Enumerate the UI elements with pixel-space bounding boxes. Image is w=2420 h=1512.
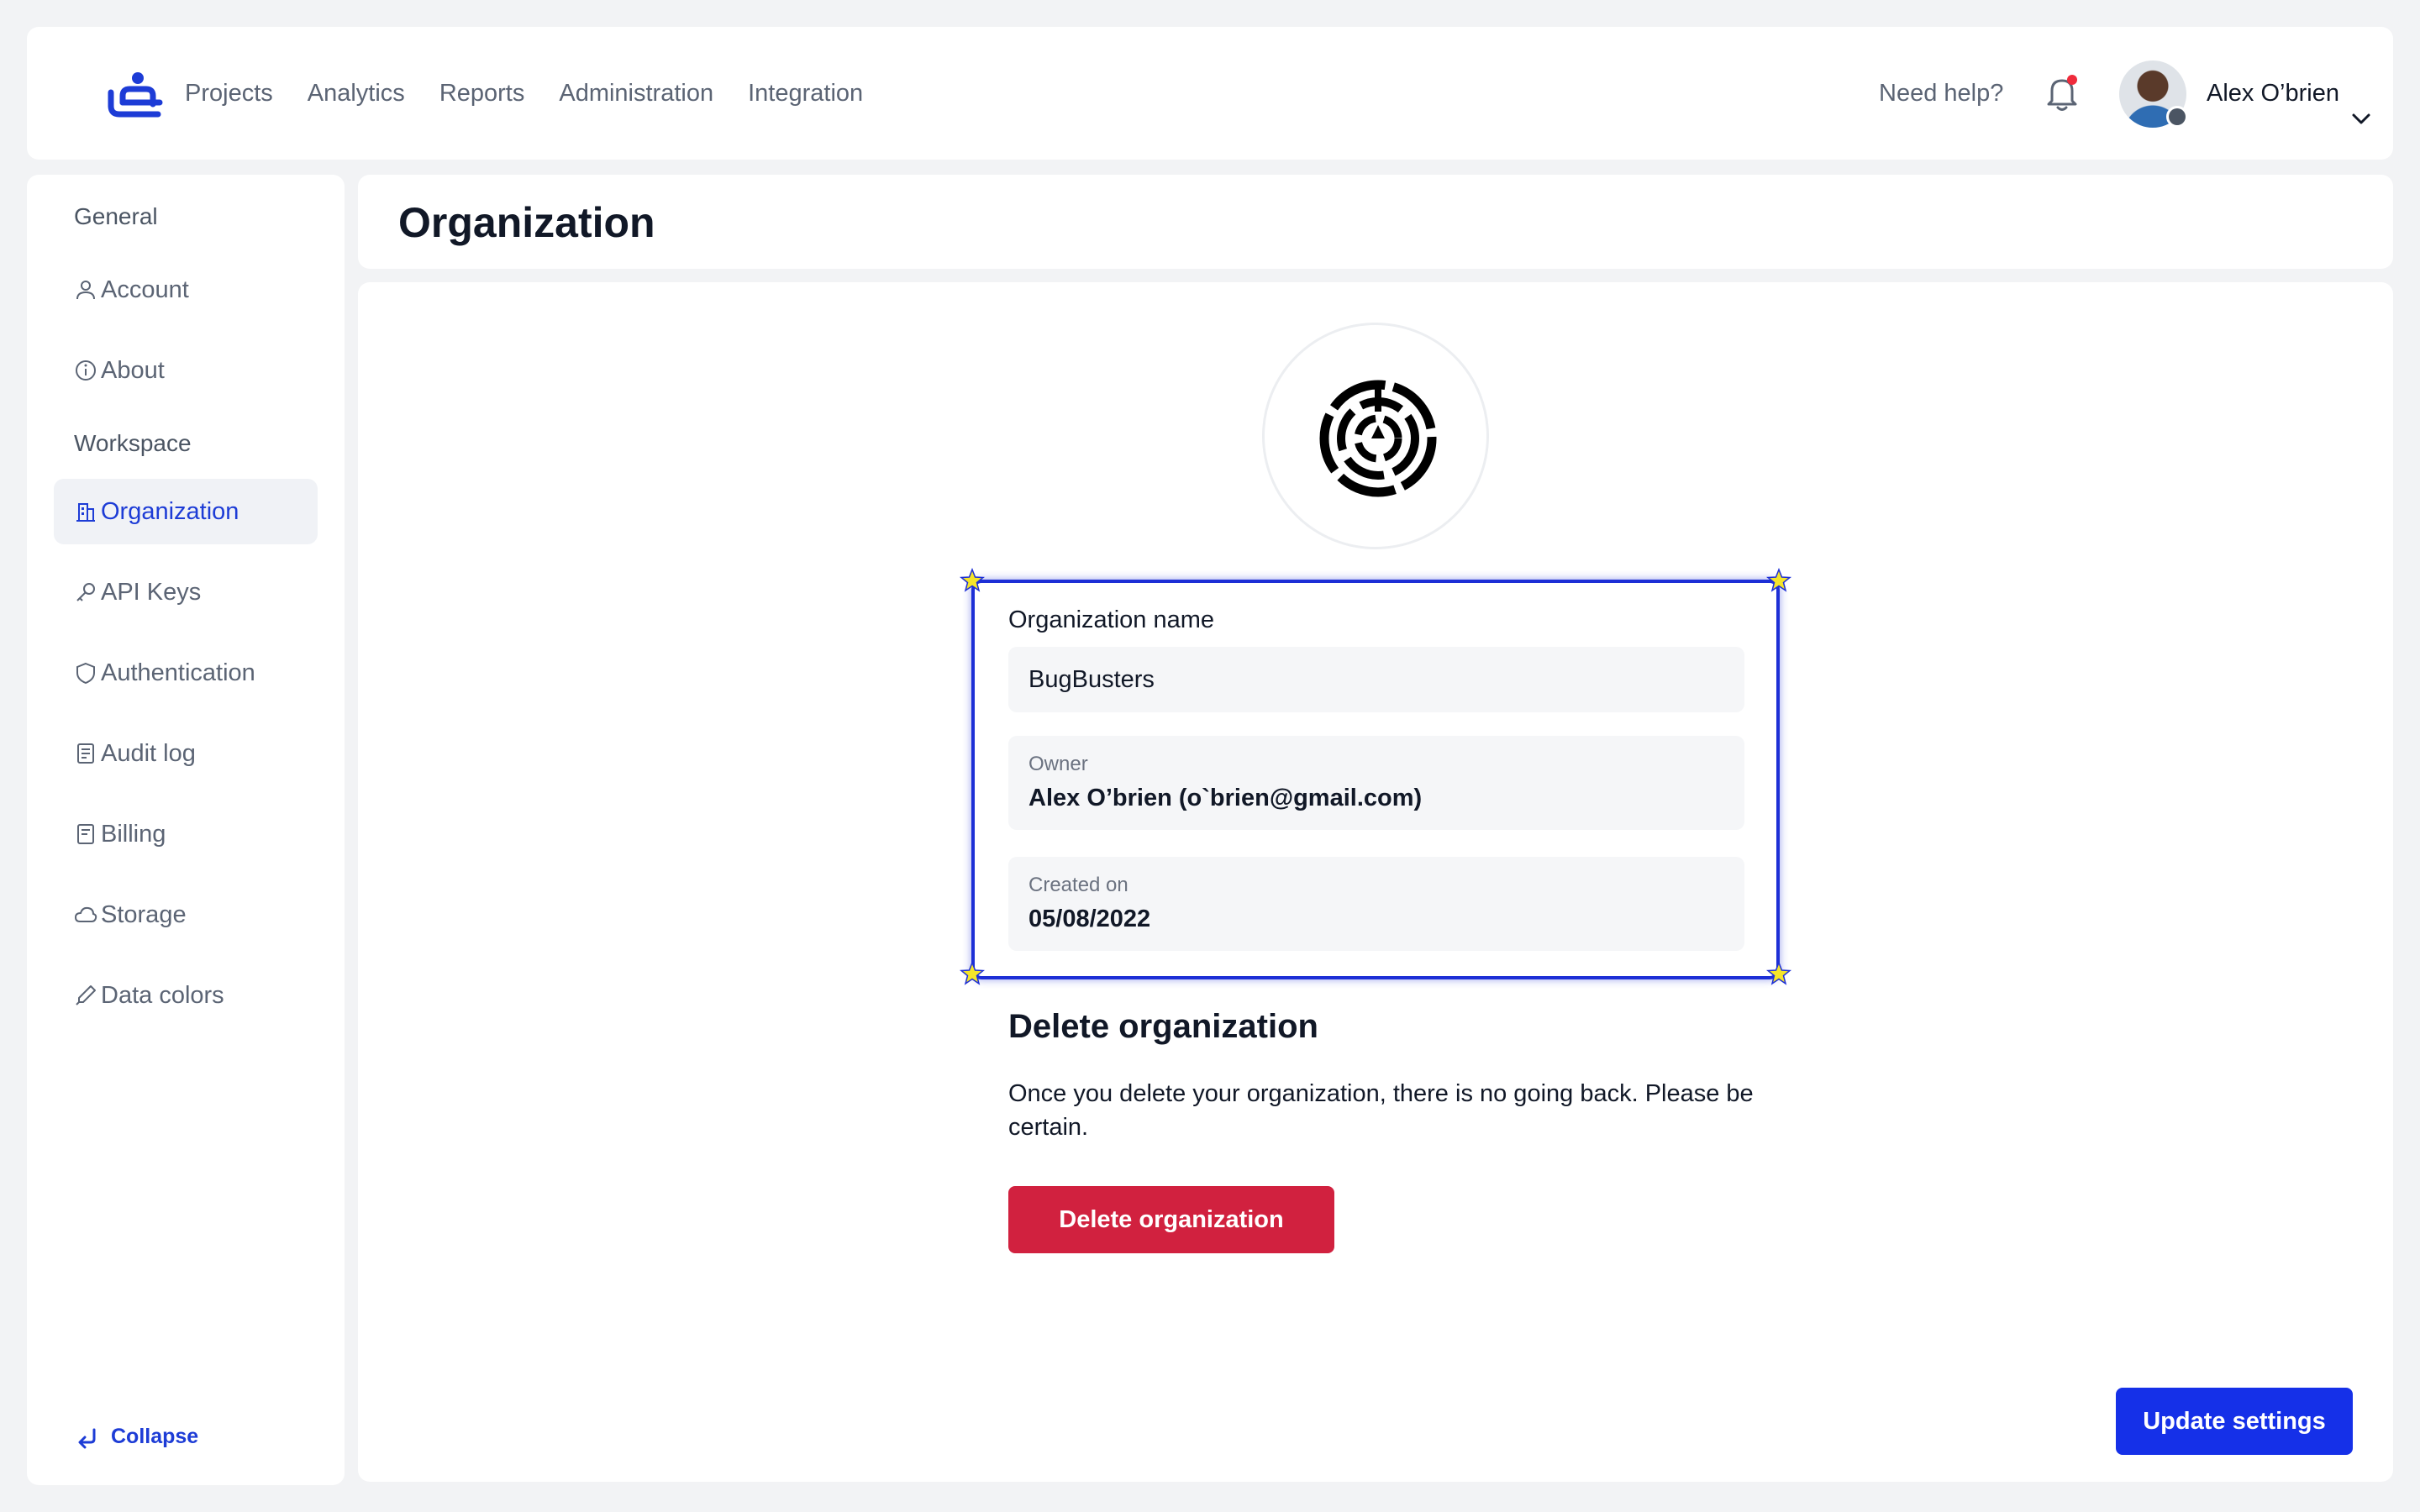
- sidebar-item-label: API Keys: [101, 578, 202, 606]
- need-help-link[interactable]: Need help?: [1879, 27, 2003, 160]
- receipt-icon: [77, 824, 94, 844]
- sidebar-item-organization[interactable]: Organization: [54, 479, 318, 544]
- sidebar-item-storage[interactable]: Storage: [54, 882, 318, 948]
- notification-dot: [2067, 75, 2077, 85]
- sidebar-item-label: Account: [101, 276, 189, 303]
- nav-projects[interactable]: Projects: [185, 80, 273, 108]
- key-icon: [76, 583, 95, 601]
- sidebar-item-about[interactable]: About: [54, 338, 318, 403]
- sidebar-item-authentication[interactable]: Authentication: [54, 640, 318, 706]
- sidebar-item-data-colors[interactable]: Data colors: [54, 963, 318, 1028]
- organization-logo-icon: [1319, 380, 1437, 497]
- shield-icon: [76, 662, 95, 685]
- owner-field: Owner Alex O’brien (o`brien@gmail.com): [1008, 736, 1744, 830]
- nav-analytics[interactable]: Analytics: [308, 80, 405, 108]
- update-settings-button[interactable]: Update settings: [2116, 1388, 2353, 1455]
- nav-reports[interactable]: Reports: [439, 80, 525, 108]
- chevron-down-icon[interactable]: [2351, 113, 2371, 126]
- eyedropper-icon: [76, 985, 96, 1005]
- page-title: Organization: [398, 199, 655, 246]
- delete-organization-heading: Delete organization: [1008, 1008, 1318, 1045]
- sidebar-item-label: Billing: [101, 820, 166, 848]
- owner-label: Owner: [1028, 753, 1088, 775]
- star-icon: [960, 568, 985, 592]
- star-icon: [1766, 961, 1791, 985]
- delete-organization-button[interactable]: Delete organization: [1008, 1186, 1334, 1253]
- sidebar-item-label: About: [101, 356, 165, 384]
- sidebar-item-label: Authentication: [101, 659, 255, 686]
- nav-integration[interactable]: Integration: [748, 80, 863, 108]
- organization-name-label: Organization name: [1008, 606, 1215, 633]
- avatar-settings-badge: [2166, 106, 2188, 128]
- document-list-icon: [77, 743, 94, 764]
- delete-organization-warning: Once you delete your organization, there…: [1008, 1080, 1754, 1141]
- sidebar-item-label: Organization: [101, 497, 239, 525]
- sidebar-item-audit-log[interactable]: Audit log: [54, 721, 318, 786]
- organization-settings-panel: Organization name Owner Alex O’brien (o`…: [358, 282, 2393, 1482]
- owner-value: Alex O’brien (o`brien@gmail.com): [1028, 785, 1423, 811]
- sidebar-item-label: Audit log: [101, 739, 196, 767]
- cloud-icon: [74, 906, 97, 922]
- info-icon: [76, 360, 96, 381]
- organization-logo[interactable]: [1262, 323, 1489, 549]
- bell-icon[interactable]: [2045, 74, 2079, 113]
- created-on-value: 05/08/2022: [1028, 906, 1151, 932]
- organization-name-input[interactable]: [1008, 647, 1744, 712]
- sidebar-section-general: General: [74, 203, 158, 229]
- page-header: Organization: [358, 175, 2393, 269]
- sidebar-item-api-keys[interactable]: API Keys: [54, 559, 318, 625]
- user-name[interactable]: Alex O’brien: [2207, 27, 2339, 160]
- user-icon: [76, 281, 95, 300]
- sidebar-item-label: Data colors: [101, 981, 224, 1009]
- star-icon: [1766, 568, 1791, 592]
- main-nav: Projects Analytics Reports Administratio…: [185, 27, 897, 160]
- top-navigation-bar: Projects Analytics Reports Administratio…: [27, 27, 2393, 160]
- created-on-label: Created on: [1028, 874, 1128, 896]
- created-on-field: Created on 05/08/2022: [1008, 857, 1744, 951]
- nav-administration[interactable]: Administration: [559, 80, 713, 108]
- star-icon: [960, 961, 985, 985]
- sidebar-item-account[interactable]: Account: [54, 257, 318, 323]
- sidebar-item-label: Storage: [101, 900, 187, 928]
- app-logo-icon[interactable]: [108, 71, 165, 118]
- settings-sidebar: General Account About Workspace Organiza…: [27, 175, 345, 1485]
- sidebar-item-billing[interactable]: Billing: [54, 801, 318, 867]
- building-icon: [76, 503, 95, 522]
- return-arrow-icon: [78, 1428, 96, 1448]
- collapse-label: Collapse: [111, 1425, 199, 1448]
- sidebar-section-workspace: Workspace: [74, 430, 192, 456]
- collapse-sidebar-button[interactable]: Collapse: [76, 1425, 198, 1449]
